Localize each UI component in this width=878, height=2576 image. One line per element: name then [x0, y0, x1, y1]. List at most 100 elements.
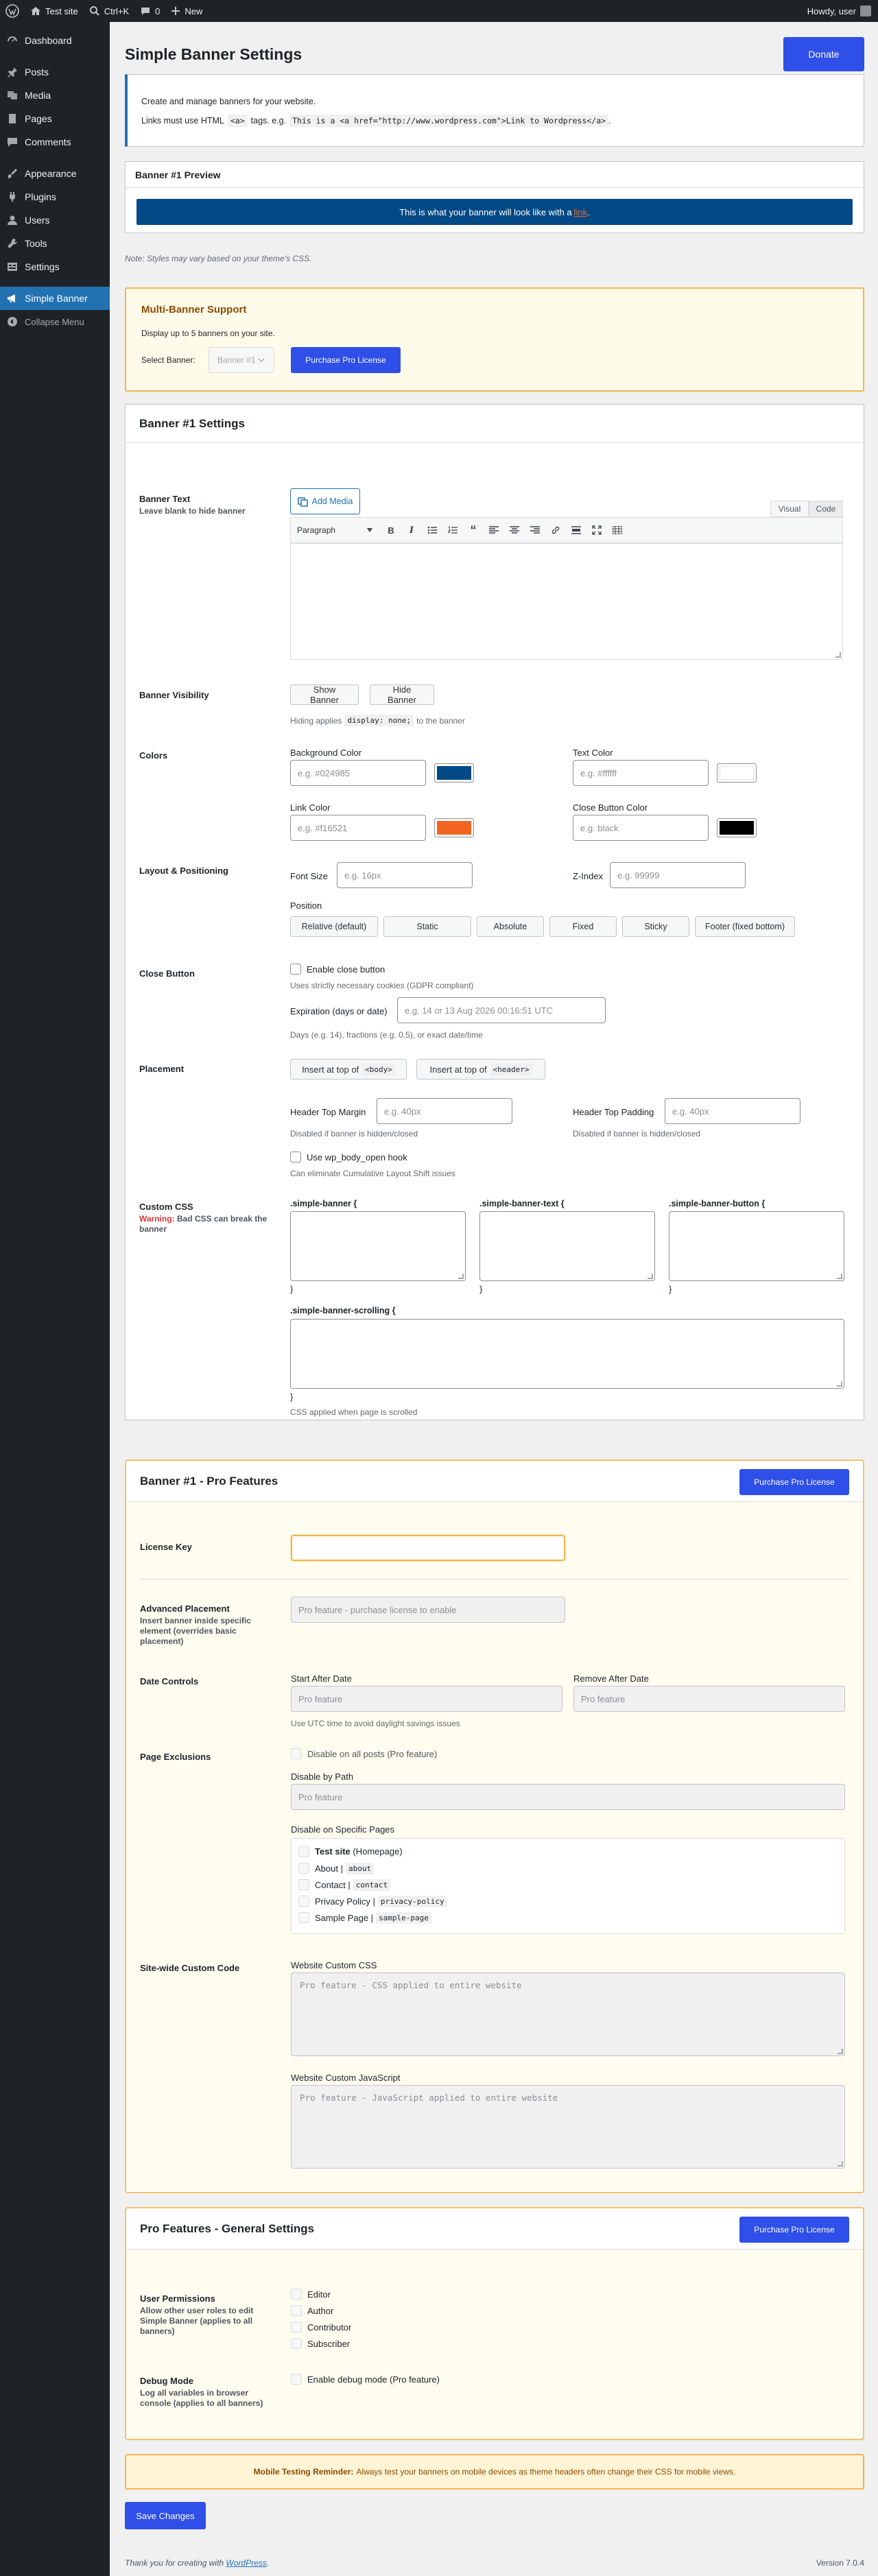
z-index-input[interactable]: e.g. 99999 [610, 862, 746, 888]
tab-code[interactable]: Code [809, 501, 843, 517]
link-color-input[interactable]: e.g. #f16521 [290, 815, 426, 841]
collapse-menu-button[interactable]: Collapse Menu [0, 310, 110, 333]
tab-visual[interactable]: Visual [770, 501, 809, 517]
sidebar-item-plugins[interactable]: Plugins [0, 185, 110, 208]
hide-banner-button[interactable]: Hide Banner [370, 684, 434, 705]
sidebar-item-settings[interactable]: Settings [0, 255, 110, 278]
bullet-list-icon[interactable] [427, 525, 438, 536]
text-color-input[interactable]: e.g. #ffffff [573, 760, 709, 786]
css-scrolling-textarea[interactable] [290, 1319, 844, 1389]
link-color-swatch[interactable] [434, 818, 474, 837]
position-label: Position [290, 901, 322, 911]
header-margin-input[interactable]: e.g. 40px [377, 1098, 512, 1124]
align-center-icon[interactable] [509, 525, 520, 536]
save-changes-button[interactable]: Save Changes [125, 2502, 206, 2529]
visibility-help: Hiding applies display: none; to the ban… [290, 715, 465, 726]
disable-posts-checkbox[interactable] [291, 1748, 302, 1759]
intro-line-2: Links must use HTML <a> tags. e.g. This … [141, 115, 611, 127]
page-exclusions-label: Page Exclusions [140, 1752, 211, 1762]
position-footer-button[interactable]: Footer (fixed bottom) [695, 916, 795, 937]
close-color-input[interactable]: e.g. black [573, 815, 709, 841]
role-checkbox-subscriber[interactable] [291, 2338, 302, 2349]
role-checkbox-editor[interactable] [291, 2289, 302, 2300]
insert-header-button[interactable]: Insert at top of <header> [416, 1059, 545, 1080]
license-key-input[interactable] [291, 1535, 565, 1561]
wordpress-link[interactable]: WordPress [226, 2558, 266, 2568]
text-color-label: Text Color [573, 748, 613, 758]
align-left-icon[interactable] [488, 525, 499, 536]
text-color-swatch[interactable] [717, 763, 757, 783]
role-checkbox-contributor[interactable] [291, 2322, 302, 2333]
fullscreen-icon[interactable] [591, 525, 602, 536]
start-date-input[interactable]: Pro feature [291, 1686, 562, 1712]
banner-preview-link[interactable]: link [574, 207, 588, 217]
numbered-list-icon[interactable] [447, 525, 458, 536]
page-checkbox-privacy[interactable] [298, 1896, 309, 1907]
donate-button[interactable]: Donate [783, 37, 864, 71]
banner-text-editor[interactable] [290, 543, 843, 660]
close-button-label: Close Button [139, 968, 195, 979]
sidebar-item-appearance[interactable]: Appearance [0, 162, 110, 185]
position-relative-button[interactable]: Relative (default) [290, 916, 378, 937]
link-icon[interactable] [550, 525, 561, 536]
wp-logo-menu[interactable] [0, 0, 25, 22]
page-checkbox-about[interactable] [298, 1863, 309, 1874]
align-right-icon[interactable] [530, 525, 541, 536]
user-menu[interactable]: Howdy, user [807, 5, 878, 16]
css-selector-banner: .simple-banner { [290, 1199, 357, 1208]
sidebar-item-users[interactable]: Users [0, 208, 110, 232]
read-more-icon[interactable] [571, 525, 582, 536]
banner-select[interactable]: Banner #1 [209, 347, 274, 373]
page-checkbox-home[interactable] [298, 1846, 309, 1857]
page-checkbox-sample[interactable] [298, 1912, 309, 1923]
bg-color-swatch[interactable] [434, 763, 474, 783]
sidebar-item-simple-banner[interactable]: Simple Banner [0, 287, 110, 310]
enable-close-checkbox[interactable] [290, 964, 301, 975]
disable-path-input[interactable]: Pro feature [291, 1784, 845, 1810]
remove-date-input[interactable]: Pro feature [573, 1686, 845, 1712]
visibility-label: Banner Visibility [139, 690, 209, 700]
css-text-textarea[interactable] [479, 1211, 655, 1281]
show-banner-button[interactable]: Show Banner [290, 684, 359, 705]
site-name-link[interactable]: Test site [25, 0, 84, 22]
css-button-textarea[interactable] [669, 1211, 844, 1281]
sidebar-item-dashboard[interactable]: Dashboard [0, 29, 110, 52]
format-select[interactable]: Paragraph [296, 523, 376, 538]
comments-link[interactable]: 0 [134, 0, 165, 22]
expiration-input[interactable]: e.g. 14 or 13 Aug 2026 00:16:51 UTC [397, 997, 606, 1023]
position-fixed-button[interactable]: Fixed [549, 916, 617, 937]
pro-purchase-button[interactable]: Purchase Pro License [739, 1469, 849, 1495]
debug-mode-checkbox[interactable] [291, 2374, 302, 2385]
role-checkbox-author[interactable] [291, 2305, 302, 2316]
font-size-input[interactable]: e.g. 16px [337, 862, 473, 888]
close-color-swatch[interactable] [717, 818, 757, 837]
multi-purchase-button[interactable]: Purchase Pro License [291, 347, 401, 373]
bold-icon[interactable]: B [385, 525, 396, 536]
site-css-textarea[interactable]: Pro feature - CSS applied to entire webs… [291, 1972, 845, 2056]
sidebar-item-posts[interactable]: Posts [0, 60, 110, 84]
header-padding-input[interactable]: e.g. 40px [665, 1098, 800, 1124]
position-absolute-button[interactable]: Absolute [477, 916, 544, 937]
toolbar-toggle-icon[interactable] [612, 525, 623, 536]
insert-body-button[interactable]: Insert at top of <body> [290, 1059, 407, 1080]
wp-body-open-checkbox[interactable] [290, 1152, 301, 1162]
blockquote-icon[interactable]: “ [468, 523, 479, 537]
sidebar-item-tools[interactable]: Tools [0, 232, 110, 255]
italic-icon[interactable]: I [406, 525, 417, 536]
debug-mode-sub: Log all variables in browser console (ap… [140, 2388, 263, 2408]
css-banner-textarea[interactable] [290, 1211, 466, 1281]
add-media-button[interactable]: Add Media [290, 488, 360, 514]
sidebar-item-pages[interactable]: Pages [0, 107, 110, 130]
site-js-textarea[interactable]: Pro feature - JavaScript applied to enti… [291, 2085, 845, 2169]
general-purchase-button[interactable]: Purchase Pro License [739, 2217, 849, 2243]
command-palette-link[interactable]: Ctrl+K [84, 0, 134, 22]
position-sticky-button[interactable]: Sticky [622, 916, 689, 937]
position-static-button[interactable]: Static [383, 916, 471, 937]
bg-color-input[interactable]: e.g. #024985 [290, 760, 426, 786]
new-content-link[interactable]: New [165, 0, 208, 22]
advanced-placement-input[interactable]: Pro feature - purchase license to enable [291, 1597, 565, 1623]
sidebar-item-media[interactable]: Media [0, 84, 110, 107]
page-checkbox-contact[interactable] [298, 1879, 309, 1890]
sidebar-item-comments[interactable]: Comments [0, 130, 110, 154]
mobile-reminder: Mobile Testing Reminder: Always test you… [125, 2454, 864, 2490]
